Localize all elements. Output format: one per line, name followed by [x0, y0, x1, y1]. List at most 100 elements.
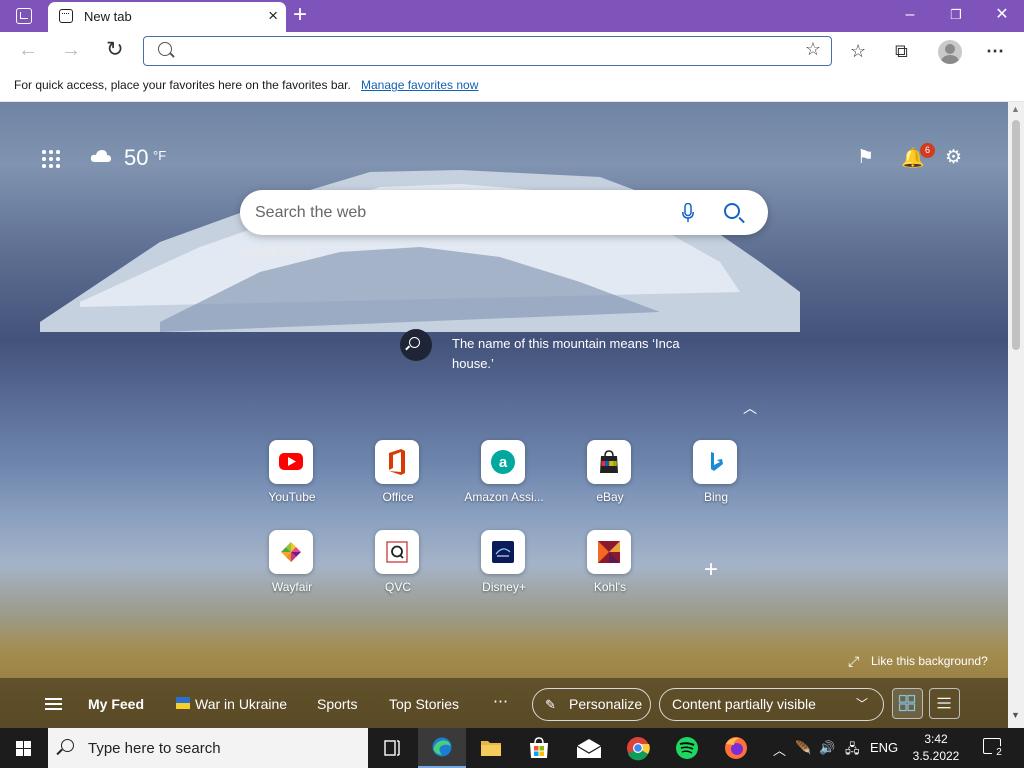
chevron-up-icon[interactable]: ︿	[743, 398, 757, 418]
quick-link-label: Bing	[703, 490, 729, 504]
clock-time: 3:42	[924, 732, 948, 746]
kohls-icon	[587, 530, 631, 574]
feather-app-icon[interactable]: 🪶	[795, 740, 811, 756]
quick-link-kohls[interactable]: Kohl's	[565, 530, 655, 600]
add-site-button[interactable]: +	[704, 556, 718, 584]
microphone-icon[interactable]	[682, 203, 694, 223]
address-bar[interactable]: ☆	[143, 36, 832, 66]
quick-link-ebay[interactable]: eBay	[565, 440, 655, 510]
page-settings-icon[interactable]: ⚙	[945, 146, 962, 169]
windows-taskbar: Type here to search ︿ 🪶 🔊 🖧 ENG 3:42 3.5…	[0, 728, 1024, 768]
quick-link-amazon-assistant[interactable]: a Amazon Assi...	[459, 440, 549, 510]
tab-my-feed[interactable]: My Feed	[88, 696, 144, 712]
taskbar-clock[interactable]: 3:42 3.5.2022 г.	[908, 731, 964, 768]
settings-more-icon[interactable]: ⋯	[986, 40, 1004, 62]
quick-link-bing[interactable]: Bing	[671, 440, 761, 510]
tab-new-tab[interactable]: New tab ×	[48, 2, 286, 32]
scroll-thumb[interactable]	[1012, 120, 1020, 350]
expand-icon[interactable]: ⤢	[848, 653, 859, 670]
search-suggestion[interactable]: google maps	[242, 245, 311, 259]
search-submit-icon[interactable]	[724, 203, 740, 219]
close-window-button[interactable]: ✕	[982, 4, 1022, 26]
search-icon	[61, 739, 74, 752]
taskbar-search-placeholder: Type here to search	[88, 740, 221, 757]
profile-avatar[interactable]	[938, 40, 962, 64]
quick-link-label: Office	[382, 490, 414, 504]
new-tab-page: 50 °F ⚑ 🔔 6 ⚙ google maps ⋯ The name of …	[0, 102, 1008, 728]
tray-overflow-icon[interactable]: ︿	[773, 740, 786, 759]
pencil-icon: ✎	[545, 697, 556, 712]
edge-app-icon[interactable]	[418, 728, 466, 768]
add-favorite-icon[interactable]: ☆	[805, 39, 821, 60]
quick-link-office[interactable]: Office	[353, 440, 443, 510]
list-icon	[937, 697, 951, 709]
web-search-box[interactable]	[240, 190, 768, 235]
refresh-button[interactable]: ↻	[106, 38, 124, 62]
quick-link-label: Disney+	[482, 580, 526, 594]
tab-war-in-ukraine[interactable]: War in Ukraine	[195, 696, 287, 712]
grid-icon	[898, 694, 916, 712]
quick-link-wayfair[interactable]: Wayfair	[247, 530, 337, 600]
tab-actions-icon[interactable]	[16, 8, 32, 24]
tab-close-button[interactable]: ×	[268, 6, 278, 26]
cloud-icon[interactable]	[90, 149, 112, 163]
ebay-icon	[587, 440, 631, 484]
quick-link-label: YouTube	[268, 490, 316, 504]
tab-top-stories[interactable]: Top Stories	[389, 696, 459, 712]
language-indicator[interactable]: ENG	[870, 740, 898, 755]
content-visibility-dropdown[interactable]: Content partially visible ﹀	[659, 688, 884, 721]
image-info-search-icon[interactable]	[400, 329, 432, 361]
svg-text:a: a	[499, 454, 508, 471]
favorites-icon[interactable]: ☆	[850, 40, 866, 62]
web-search-input[interactable]	[255, 202, 655, 224]
volume-icon[interactable]: 🔊	[819, 740, 835, 756]
scroll-up-arrow[interactable]: ▲	[1011, 104, 1020, 114]
quick-link-qvc[interactable]: QVC	[353, 530, 443, 600]
list-layout-button[interactable]	[929, 688, 960, 719]
spotify-icon[interactable]	[663, 728, 711, 768]
quick-link-label: eBay	[596, 490, 624, 504]
like-background-link[interactable]: Like this background?	[871, 654, 988, 668]
address-input[interactable]	[182, 41, 782, 61]
disney-plus-icon	[481, 530, 525, 574]
new-tab-button[interactable]: +	[293, 2, 307, 28]
qvc-icon	[375, 530, 419, 574]
bing-icon	[693, 440, 737, 484]
task-view-icon[interactable]	[368, 728, 416, 768]
tab-sports[interactable]: Sports	[317, 696, 357, 712]
page-scrollbar[interactable]: ▲ ▼	[1008, 102, 1024, 728]
weather-temperature[interactable]: 50	[124, 145, 148, 171]
manage-favorites-link[interactable]: Manage favorites now	[361, 78, 478, 92]
rewards-icon[interactable]: ⚑	[857, 146, 874, 169]
windows-start-icon[interactable]	[16, 741, 32, 757]
personalize-button[interactable]: ✎ Personalize	[532, 688, 651, 721]
mail-icon[interactable]	[565, 728, 613, 768]
minimize-button[interactable]: –	[890, 4, 930, 26]
feed-more-button[interactable]: ⋯	[493, 692, 509, 710]
suggestion-more-button[interactable]: ⋯	[336, 242, 350, 258]
quick-link-label: Wayfair	[271, 580, 313, 594]
apps-launcher-icon[interactable]	[42, 150, 62, 170]
chevron-down-icon: ﹀	[856, 697, 869, 711]
firefox-icon[interactable]	[712, 728, 760, 768]
feed-bar: My Feed War in Ukraine Sports Top Storie…	[0, 678, 1008, 728]
forward-button[interactable]: →	[61, 38, 81, 62]
maximize-button[interactable]: ❐	[936, 4, 976, 26]
youtube-icon	[269, 440, 313, 484]
browser-toolbar: ← → ↻ ☆ ☆ ⧉ ⋯	[0, 32, 1024, 70]
quick-link-youtube[interactable]: YouTube	[247, 440, 337, 510]
office-icon	[375, 440, 419, 484]
quick-link-disney-plus[interactable]: Disney+	[459, 530, 549, 600]
network-icon[interactable]: 🖧	[845, 740, 860, 762]
scroll-down-arrow[interactable]: ▼	[1011, 710, 1020, 720]
taskbar-search-box[interactable]: Type here to search	[48, 728, 368, 768]
grid-layout-button[interactable]	[892, 688, 923, 719]
file-explorer-icon[interactable]	[467, 728, 515, 768]
notification-count-badge: 6	[920, 143, 935, 158]
menu-icon[interactable]	[45, 698, 62, 710]
back-button[interactable]: ←	[18, 38, 38, 62]
collections-icon[interactable]: ⧉	[895, 40, 908, 62]
chrome-icon[interactable]	[614, 728, 662, 768]
background-trivia[interactable]: The name of this mountain means ‘Inca ho…	[452, 334, 722, 374]
microsoft-store-icon[interactable]	[515, 728, 563, 768]
